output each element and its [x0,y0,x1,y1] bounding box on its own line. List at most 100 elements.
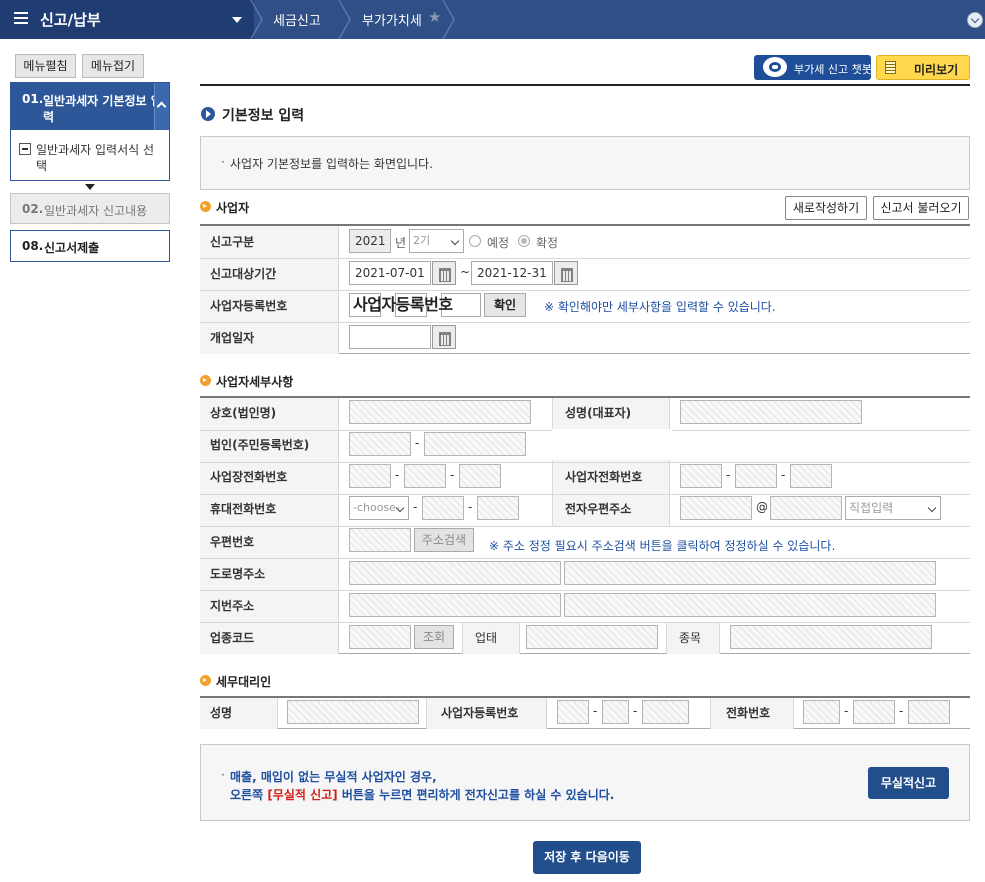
preview-button[interactable]: 미리보기 [876,55,970,80]
top-navigation-bar: 신고/납부 세금신고 부가가치세 ★ [0,0,985,39]
corp-number-field-1[interactable] [349,432,411,456]
sidebar-sub-item-cont: 택 [36,159,48,173]
section-bullet-icon [200,201,211,212]
hamburger-icon[interactable] [14,12,28,26]
dash-separator: - [781,468,786,482]
dash-separator: - [395,468,400,482]
agent-regno-field-1[interactable] [557,700,589,724]
new-report-button[interactable]: 새로작성하기 [785,196,867,220]
agent-phone-field-1[interactable] [803,700,840,724]
menu-expand-button[interactable]: 메뉴펼침 [15,54,76,78]
mobile-label: 휴대전화번호 [210,502,277,516]
dash-separator: - [468,500,473,514]
industry-type-field[interactable] [526,625,658,649]
chevron-down-icon [927,503,937,513]
calendar-icon[interactable] [554,261,578,285]
zip-label: 우편번호 [210,535,255,549]
owner-phone-field-2[interactable] [735,464,777,488]
dash-separator: - [899,704,904,718]
agent-regno-field-3[interactable] [642,700,689,724]
notice-line2-red: [무실적 신고] [267,788,338,802]
agent-name-field[interactable] [287,700,419,724]
minus-box-icon [19,143,31,155]
load-report-button[interactable]: 신고서 불러오기 [873,196,969,220]
section-title-details: 사업자세부사항 [216,375,294,389]
biz-phone-field-2[interactable] [404,464,446,488]
no-activity-report-button[interactable]: 무실적신고 [868,767,949,799]
dash-separator: - [450,468,455,482]
dash-separator: - [415,436,420,450]
end-date-field[interactable]: 2021-12-31 [471,261,553,285]
industry-code-field[interactable] [349,625,411,649]
company-name-field[interactable] [349,400,531,424]
menu-block[interactable] [0,0,254,39]
open-date-field[interactable] [349,325,431,349]
lot-address-field-1[interactable] [349,593,561,617]
menu-dropdown-icon[interactable] [232,17,242,23]
save-and-next-button[interactable]: 저장 후 다음이동 [533,841,641,874]
sidebar-step3[interactable]: 08. 신고서제출 [10,230,170,262]
owner-phone-field-1[interactable] [680,464,722,488]
favorite-star-icon[interactable]: ★ [428,8,441,26]
rep-name-field[interactable] [680,400,862,424]
year-field[interactable]: 2021 [349,229,391,253]
agent-phone-field-2[interactable] [853,700,895,724]
menu-collapse-button[interactable]: 메뉴접기 [82,54,144,78]
corp-number-label: 법인(주민등록번호) [210,438,310,452]
regno-note: ※ 확인해야만 세부사항을 입력할 수 있습니다. [544,300,776,314]
breadcrumb-vat[interactable]: 부가가치세 [362,10,422,29]
email-id-field[interactable] [680,496,752,520]
road-address-field-1[interactable] [349,561,561,585]
address-search-button[interactable]: 주소검색 [414,528,474,552]
corp-row-fill [552,429,672,460]
dash-separator: - [844,704,849,718]
email-domain-select[interactable]: 직접입력 [845,496,941,520]
regno-confirm-button[interactable]: 확인 [484,293,526,317]
calendar-icon[interactable] [432,325,456,349]
agent-regno-field-2[interactable] [602,700,629,724]
radio-final[interactable] [518,235,530,247]
owner-phone-field-3[interactable] [790,464,832,488]
email-domain-select-value: 직접입력 [849,501,894,515]
biz-phone-field-3[interactable] [459,464,501,488]
email-domain-field[interactable] [770,496,842,520]
radio-scheduled[interactable] [469,235,481,247]
agent-phone-field-3[interactable] [908,700,950,724]
open-date-label: 개업일자 [210,331,255,345]
mobile-field-3[interactable] [477,496,519,520]
row-divider [200,494,970,495]
road-address-field-2[interactable] [564,561,936,585]
biz-phone-field-1[interactable] [349,464,391,488]
section-bullet-icon [200,375,211,386]
chatbot-button[interactable]: 부가세 신고 챗봇 [754,55,872,80]
sidebar-step1-label-cont: 력 [43,110,55,124]
sidebar-step2[interactable]: 02. 일반과세자 신고내용 [10,193,170,224]
section-bullet-icon [200,675,211,686]
mobile-prefix-select[interactable]: -choose- [349,496,409,520]
section-title-business: 사업자 [216,201,250,215]
biz-phone-label: 사업장전화번호 [210,470,288,484]
row-divider [200,622,970,623]
expand-toggle-icon[interactable] [967,12,983,28]
start-date-field[interactable]: 2021-07-01 [349,261,431,285]
zip-field[interactable] [349,528,411,552]
notice-line2: 오른쪽 [무실적 신고] 버튼을 누르면 편리하게 전자신고를 하실 수 있습니… [230,786,614,803]
industry-code-label: 업종코드 [210,631,255,645]
industry-lookup-button[interactable]: 조회 [414,625,454,649]
agent-regno-label: 사업자등록번호 [441,706,519,720]
row-divider [200,558,970,559]
calendar-icon[interactable] [432,261,456,285]
sidebar-sub-item[interactable]: 일반과세자 입력서식 선 [36,141,154,158]
period-select-value: 2기 [413,234,431,247]
mobile-field-2[interactable] [422,496,464,520]
sidebar-step2-number: 02. [22,202,44,216]
period-select[interactable]: 2기 [409,229,464,253]
sidebar-step1-collapse[interactable] [154,83,169,130]
sidebar-step1[interactable]: 01. 일반과세자 기본정보 입 력 일반과세자 입력서식 선 택 [10,82,170,181]
industry-item-field[interactable] [730,625,932,649]
corp-number-field-2[interactable] [424,432,526,456]
lot-address-field-2[interactable] [564,593,936,617]
breadcrumb-separator-icon [338,0,351,39]
row-divider [200,590,970,591]
breadcrumb-tax-report[interactable]: 세금신고 [273,10,321,29]
